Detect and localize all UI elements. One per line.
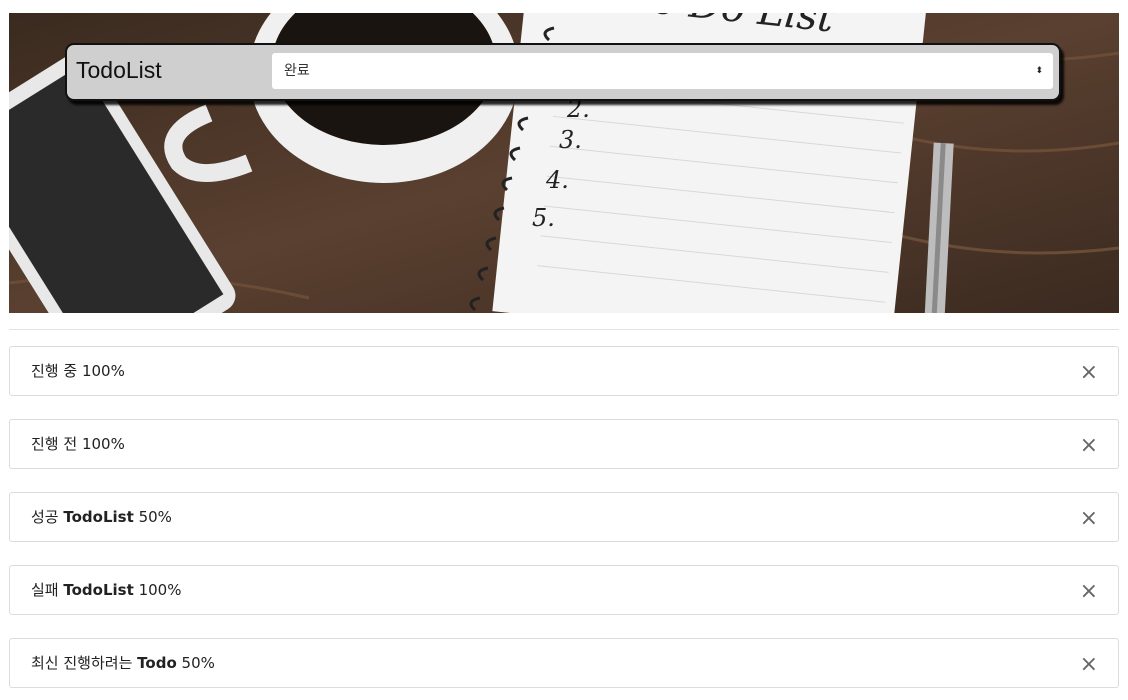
todo-item-label: 진행 중	[31, 362, 78, 380]
hero-notebook-number: 5.	[532, 204, 555, 232]
todo-item-bold-label: Todo	[137, 654, 177, 672]
todo-item[interactable]: 성공 TodoList 50% ×	[9, 492, 1119, 542]
todo-item-text: 성공 TodoList 50%	[31, 493, 172, 541]
todo-item-text: 실패 TodoList 100%	[31, 566, 181, 614]
close-icon[interactable]: ×	[1080, 420, 1098, 472]
todo-item-label: 진행 전	[31, 435, 78, 453]
todo-item-percent: 50%	[181, 654, 215, 672]
todo-item-text: 진행 중 100%	[31, 347, 125, 395]
todo-item-label: 성공	[31, 508, 59, 526]
close-icon[interactable]: ×	[1080, 347, 1098, 399]
todo-item-percent: 100%	[81, 435, 125, 453]
todo-item-percent: 100%	[81, 362, 125, 380]
todo-item[interactable]: 진행 전 100% ×	[9, 419, 1119, 469]
select-arrow-icon: ⬍	[1035, 66, 1043, 76]
todo-item-label: 실패	[31, 581, 59, 599]
todo-item-percent: 50%	[138, 508, 172, 526]
todo-item-text: 진행 전 100%	[31, 420, 125, 468]
todo-item-label: 최신 진행하려는	[31, 654, 133, 672]
status-filter-select[interactable]: 완료 ⬍	[272, 53, 1053, 89]
close-icon[interactable]: ×	[1080, 493, 1098, 545]
todo-item[interactable]: 진행 중 100% ×	[9, 346, 1119, 396]
todo-item-bold-label: TodoList	[63, 581, 134, 599]
status-filter-value: 완료	[284, 63, 310, 79]
close-icon[interactable]: ×	[1080, 639, 1098, 691]
navbar: TodoList 완료 ⬍	[65, 43, 1061, 101]
todo-item[interactable]: 최신 진행하려는 Todo 50% ×	[9, 638, 1119, 688]
todo-item-bold-label: TodoList	[63, 508, 134, 526]
close-icon[interactable]: ×	[1080, 566, 1098, 618]
hero-notebook-number: 3.	[559, 126, 582, 154]
todo-item-text: 최신 진행하려는 Todo 50%	[31, 639, 215, 687]
hero-notebook-number: 4.	[546, 166, 569, 194]
divider	[9, 329, 1119, 330]
todo-item[interactable]: 실패 TodoList 100% ×	[9, 565, 1119, 615]
brand-title[interactable]: TodoList	[76, 57, 162, 84]
todo-item-percent: 100%	[138, 581, 182, 599]
